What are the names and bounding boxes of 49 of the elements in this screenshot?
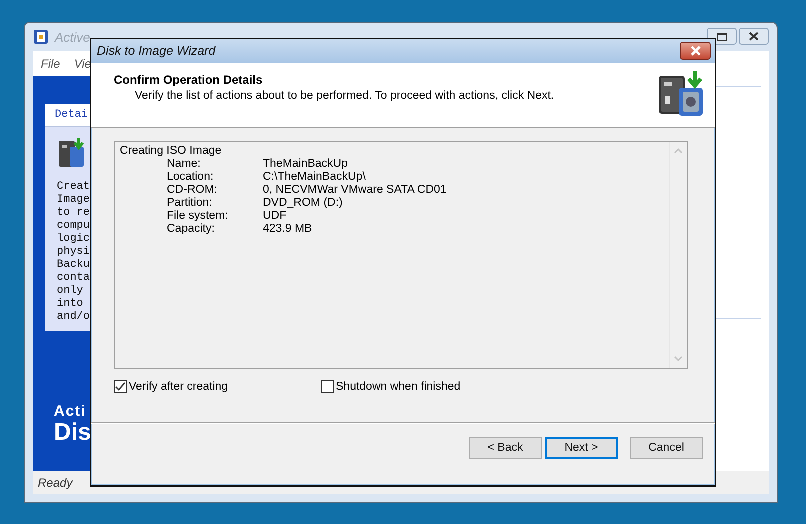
scroll-down-icon — [674, 356, 683, 362]
card-tab[interactable]: Detai — [55, 109, 88, 121]
scroll-up-icon — [674, 148, 683, 154]
wizard-button[interactable]: Cancel — [630, 437, 703, 459]
description-text: and/o — [57, 311, 90, 324]
close-button[interactable] — [680, 42, 711, 60]
description-text: Backu — [57, 259, 90, 272]
description-text: conta — [57, 272, 90, 285]
option-checkbox[interactable]: Verify after creating — [114, 380, 321, 393]
description-text: to re — [57, 207, 90, 220]
description-text: physi — [57, 246, 90, 259]
detail-label: File system: — [167, 210, 230, 223]
detail-value: C:\TheMainBackUp\ — [263, 171, 366, 184]
page-subheading: Verify the list of actions about to be performed. To proceed with actions, click Next. — [134, 90, 554, 102]
description-text: into — [57, 298, 84, 311]
detail-value: DVD_ROM (D:) — [263, 197, 343, 210]
status-text: Ready — [38, 476, 73, 490]
detail-label: Name: — [167, 158, 202, 171]
detail-label: Location: — [167, 171, 215, 184]
dialog-title: Disk to Image Wizard — [97, 44, 216, 58]
detail-label: Partition: — [167, 197, 214, 210]
close-icon — [749, 32, 759, 41]
maximize-icon — [717, 32, 727, 40]
app-icon — [33, 29, 49, 45]
brand-text: Dis — [54, 420, 92, 446]
window-title: Active — [55, 30, 90, 44]
check-icon — [115, 382, 126, 392]
detail-value: TheMainBackUp — [263, 158, 348, 171]
option-checkbox[interactable]: Shutdown when finished — [321, 380, 461, 393]
checkbox[interactable] — [321, 380, 334, 393]
page-heading: Confirm Operation Details — [114, 73, 264, 87]
detail-value: 423.9 MB — [263, 223, 312, 236]
description-text: compu — [57, 220, 90, 233]
description-text: Image — [57, 194, 90, 207]
menu-item[interactable]: File — [41, 56, 60, 70]
close-button[interactable] — [739, 28, 769, 45]
description-text: only — [57, 285, 84, 298]
wizard-button[interactable]: < Back — [469, 437, 542, 459]
wizard-button[interactable]: Next > — [545, 437, 618, 459]
detail-label: CD-ROM: — [167, 184, 218, 197]
brand-text: Acti — [54, 403, 88, 420]
detail-label: Capacity: — [167, 223, 216, 236]
description-text: Creat — [57, 181, 90, 194]
operation-title: Creating ISO Image — [120, 145, 223, 158]
description-text: logic — [57, 233, 90, 246]
detail-value: 0, NECVMWar VMware SATA CD01 — [263, 184, 447, 197]
detail-value: UDF — [263, 210, 287, 223]
close-icon — [690, 46, 702, 56]
checkbox[interactable] — [114, 380, 127, 393]
